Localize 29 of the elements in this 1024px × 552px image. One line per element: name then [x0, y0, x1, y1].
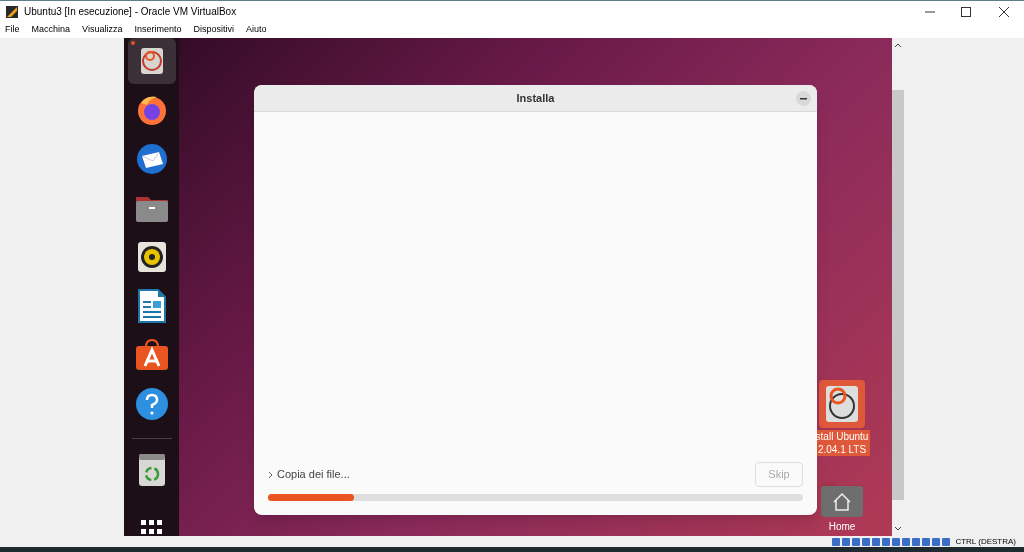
menu-item[interactable]: Dispositivi	[193, 23, 234, 37]
app-logo-icon	[6, 5, 18, 18]
trash-icon	[137, 453, 166, 487]
expand-details-button[interactable]: Copia dei file...	[268, 466, 350, 483]
desktop-icon-label: Home	[827, 520, 857, 533]
minimize-icon	[800, 97, 807, 100]
menu-item[interactable]: Macchina	[31, 23, 71, 37]
menu-item[interactable]: File	[5, 23, 20, 37]
chevron-right-icon	[268, 470, 274, 479]
menu-item[interactable]: Aiuto	[245, 23, 267, 37]
scrollbar-thumb[interactable]	[892, 90, 904, 500]
window-title: Ubuntu3 [In esecuzione] - Oracle VM VirtualBox	[24, 5, 237, 19]
maximize-icon	[961, 6, 971, 17]
dock-item[interactable]	[127, 38, 176, 84]
help-icon	[134, 387, 169, 421]
document-icon	[137, 289, 166, 323]
app-grid-icon[interactable]	[140, 520, 163, 534]
menu-item[interactable]: Visualizza	[82, 23, 123, 37]
bird-mail-icon	[134, 142, 169, 176]
scroll-up-icon[interactable]	[894, 42, 902, 48]
shopping-bag-icon	[134, 339, 169, 371]
close-icon	[999, 6, 1009, 17]
dialog-title: Installa	[516, 90, 555, 106]
scroll-down-icon[interactable]	[894, 526, 902, 532]
menu-item[interactable]: Inserimento	[134, 23, 182, 37]
minimize-button[interactable]	[796, 91, 811, 106]
installer-icon[interactable]	[819, 380, 865, 428]
host-key-label: CTRL (DESTRA)	[955, 536, 1016, 547]
speaker-icon	[136, 241, 167, 273]
